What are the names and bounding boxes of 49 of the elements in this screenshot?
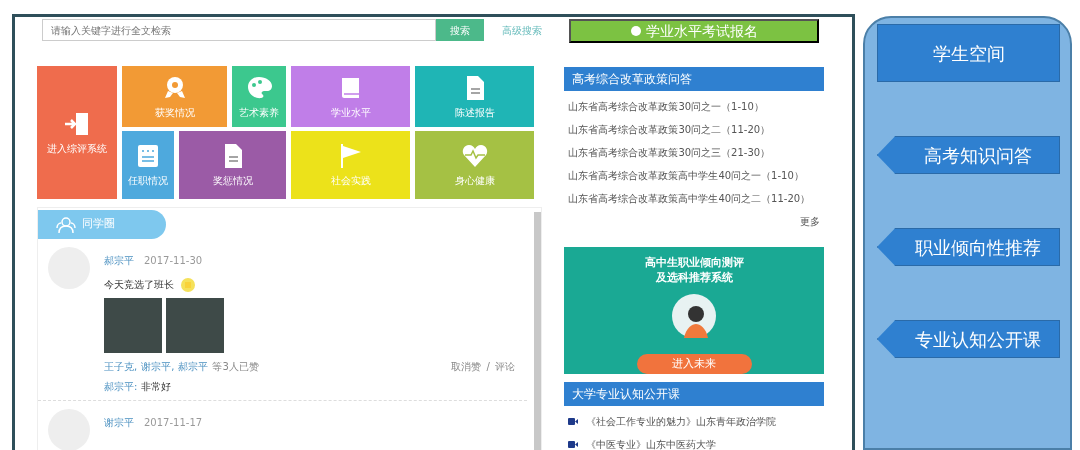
callout-label: 职业倾向性推荐	[877, 228, 1060, 266]
policy-link[interactable]: 山东省高考综合改革政策高中学生40问之二（11-20）	[564, 187, 824, 210]
menu-tile[interactable]: 陈述报告	[415, 66, 534, 127]
comment-text: 非常好	[141, 380, 172, 395]
callout-label: 高考知识问答	[877, 136, 1060, 174]
policy-link[interactable]: 山东省高考综合改革政策30问之一（1-10）	[564, 95, 824, 118]
menu-tile[interactable]: 获奖情况	[122, 66, 227, 127]
exam-registration-banner[interactable]: 学业水平考试报名	[569, 19, 819, 43]
advanced-search-link[interactable]: 高级搜索	[502, 22, 543, 38]
post-action-link[interactable]: 评论	[495, 358, 516, 374]
menu-tile[interactable]: 艺术素养	[232, 66, 286, 127]
callout-label: 专业认知公开课	[877, 320, 1060, 358]
emoji-icon	[179, 276, 196, 293]
policy-link[interactable]: 山东省高考综合改革政策高中学生40问之一（1-10）	[564, 164, 824, 187]
section-header: 大学专业认知公开课	[564, 381, 824, 406]
separator: /	[486, 359, 490, 374]
menu-tile[interactable]: 任职情况	[122, 131, 174, 199]
liker-link[interactable]: 郝宗平	[178, 358, 209, 374]
promo-title: 高中生职业倾向测评 及选科推荐系统	[644, 255, 744, 286]
enter-button[interactable]: 进入未来	[636, 353, 752, 374]
photo-placeholder[interactable]	[166, 298, 224, 354]
more-link[interactable]: 更多	[796, 210, 824, 233]
menu-tile[interactable]: 身心健康	[415, 131, 534, 199]
policy-link[interactable]: 山东省高考综合改革政策30问之三（21-30）	[564, 141, 824, 164]
comment-author[interactable]: 郝宗平:	[104, 379, 138, 395]
menu-tile[interactable]: 学业水平	[291, 66, 410, 127]
video-camera-icon	[568, 417, 579, 425]
like-summary: 等3人已赞	[212, 359, 259, 374]
callout-title: 学生空间	[877, 24, 1060, 82]
section-header: 高考综合改革政策问答	[564, 67, 824, 91]
post-date: 2017-11-30	[144, 255, 203, 266]
search-button[interactable]: 搜索	[436, 19, 485, 41]
people-icon	[56, 215, 76, 234]
photo-placeholder[interactable]	[104, 298, 162, 354]
course-link[interactable]: 《中医专业》山东中医药大学	[582, 432, 721, 450]
video-camera-icon	[568, 440, 579, 448]
liker-link[interactable]: 王子克,	[104, 358, 138, 374]
author-name[interactable]: 郝宗平	[104, 255, 134, 266]
liker-link[interactable]: 谢宗平,	[141, 358, 175, 374]
scrollbar[interactable]	[534, 212, 542, 450]
author-name[interactable]: 谢宗平	[104, 417, 134, 429]
menu-tile[interactable]: 进入综评系统	[37, 66, 117, 199]
policy-link[interactable]: 山东省高考综合改革政策30问之二（11-20）	[564, 118, 824, 141]
post-action-link[interactable]: 取消赞	[450, 358, 481, 374]
course-link[interactable]: 《社会工作专业的魅力》山东青年政治学院	[582, 409, 781, 433]
post-text: 今天竞选了班长	[104, 278, 174, 293]
menu-tile[interactable]: 奖惩情况	[179, 131, 286, 199]
post-date: 2017-11-17	[144, 417, 203, 429]
search-field[interactable]: 请输入关键字进行全文检索	[42, 19, 437, 41]
